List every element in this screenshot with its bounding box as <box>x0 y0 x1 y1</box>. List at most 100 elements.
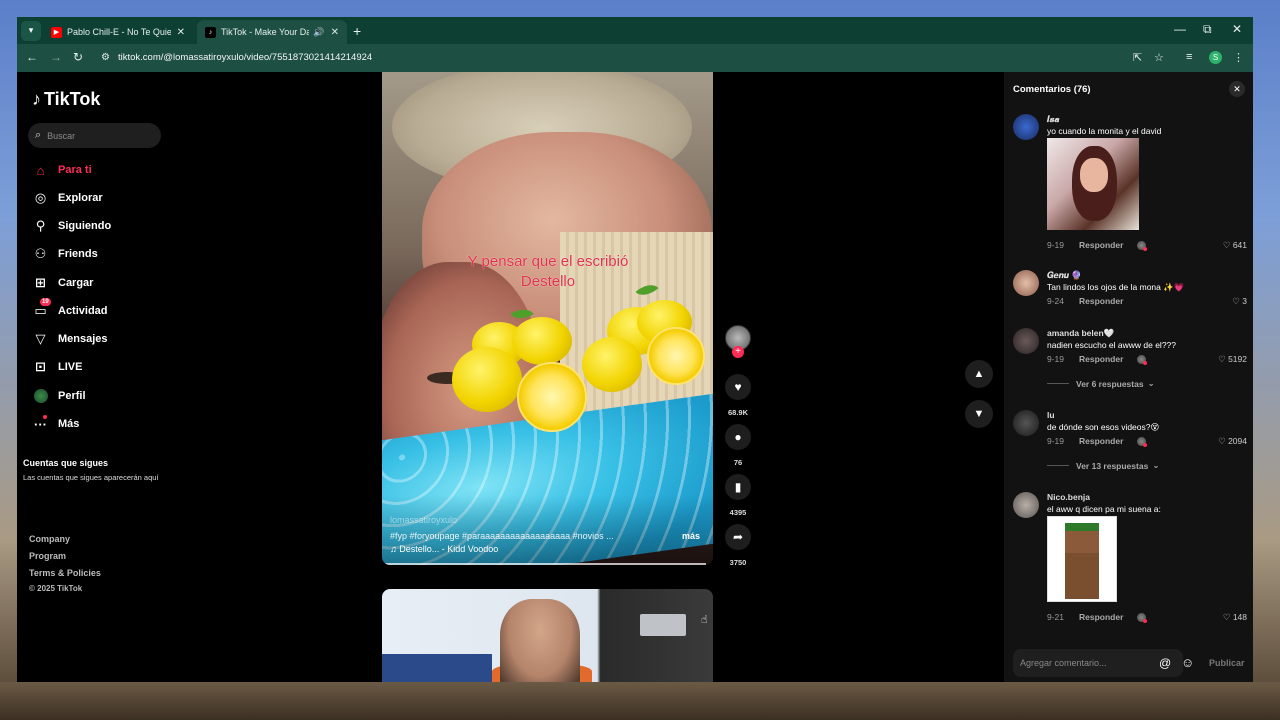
comment-likes[interactable]: ♡ 641 <box>1223 240 1247 251</box>
comment-user[interactable]: 𝑰𝒔𝒂 <box>1047 114 1059 125</box>
tab-title: TikTok - Make Your Day <box>221 27 310 37</box>
sidebar-item-perfil[interactable]: Perfil <box>33 386 86 406</box>
video-progress[interactable] <box>382 563 707 565</box>
search-box[interactable]: ⌕ <box>28 123 161 148</box>
emoji-icon[interactable]: ☺ <box>1181 655 1194 670</box>
video-player[interactable]: Y pensar que el escribió Destello lomass… <box>382 72 713 565</box>
profile-avatar[interactable]: S <box>1209 51 1222 64</box>
comment-input-box[interactable] <box>1013 649 1183 677</box>
lemon-half <box>517 362 587 432</box>
video-author[interactable]: lomassatiroyxulo <box>390 515 457 525</box>
sidebar-item-siguiendo[interactable]: ⚲ Siguiendo <box>33 216 111 236</box>
bookmark-star-icon[interactable]: ☆ <box>1154 51 1164 64</box>
comment-image[interactable] <box>1047 138 1139 230</box>
comment-button[interactable]: ● <box>725 424 751 450</box>
restore-icon[interactable]: ⧉ <box>1203 22 1212 37</box>
share-button[interactable]: ➦ <box>725 524 751 550</box>
sidebar-item-label: Friends <box>58 248 98 260</box>
next-video-person <box>500 599 580 682</box>
next-video-button[interactable]: ▼ <box>965 400 993 428</box>
close-comments-button[interactable]: ✕ <box>1229 81 1245 97</box>
comment-input[interactable] <box>1020 658 1150 668</box>
sidebar-item-label: Siguiendo <box>58 220 112 232</box>
speaker-icon[interactable]: 🔊 <box>313 27 324 38</box>
reload-icon[interactable]: ↻ <box>73 50 83 64</box>
tab-tiktok[interactable]: ♪ TikTok - Make Your Day 🔊 ✕ <box>197 20 347 44</box>
comment-likes[interactable]: ♡ 2094 <box>1218 436 1247 447</box>
minimize-icon[interactable]: — <box>1174 22 1186 36</box>
reply-button[interactable]: Responder <box>1079 296 1123 306</box>
sidebar-item-live[interactable]: ⊡ LIVE <box>33 357 82 377</box>
comment-likes[interactable]: ♡ 148 <box>1223 612 1247 623</box>
mention-icon[interactable]: @ <box>1159 656 1171 670</box>
tab-youtube[interactable]: ▶ Pablo Chill-E - No Te Quieren V... ✕ <box>43 20 193 44</box>
video-hashtags[interactable]: #fyp #foryoupage #paraaaaaaaaaaaaaaaaaa … <box>390 531 630 541</box>
sidebar-item-actividad[interactable]: ▭ 19 Actividad <box>33 297 108 321</box>
next-video-preview[interactable] <box>382 589 713 682</box>
following-section-desc: Las cuentas que sigues aparecerán aquí <box>23 473 159 482</box>
install-app-icon[interactable]: ⇱ <box>1133 51 1142 64</box>
comment-likes[interactable]: ♡ 3 <box>1232 296 1247 307</box>
avatar[interactable] <box>1013 492 1039 518</box>
reply-button[interactable]: Responder <box>1079 436 1123 446</box>
tiktok-logo[interactable]: ♪ TikTok <box>32 89 100 110</box>
footer-link-terms[interactable]: Terms & Policies <box>29 568 101 578</box>
sidebar-item-explorar[interactable]: ◎ Explorar <box>33 188 103 208</box>
lemon <box>512 317 572 365</box>
reply-button[interactable]: Responder <box>1079 240 1123 250</box>
close-icon: ✕ <box>1233 83 1241 94</box>
comment-user[interactable]: Nico.benja <box>1047 492 1090 502</box>
avatar[interactable] <box>1013 328 1039 354</box>
sidebar-item-cargar[interactable]: ⊞ Cargar <box>33 273 93 293</box>
share-icon: ➦ <box>732 530 744 544</box>
view-replies-button[interactable]: Ver 6 respuestas ⌄ <box>1047 378 1155 389</box>
sidebar-item-friends[interactable]: ⚇ Friends <box>33 244 98 264</box>
reply-button[interactable]: Responder <box>1079 354 1123 364</box>
like-button[interactable]: ♥ <box>725 374 751 400</box>
sidebar-item-mas[interactable]: ··· Más <box>33 414 79 434</box>
messages-icon: ▽ <box>35 331 46 346</box>
previous-video-button[interactable]: ▲ <box>965 360 993 388</box>
sidebar-item-mensajes[interactable]: ▽ Mensajes <box>33 329 108 349</box>
search-icon: ⌕ <box>35 129 42 141</box>
comment-user[interactable]: lu <box>1047 410 1055 420</box>
forward-icon[interactable]: → <box>50 50 62 64</box>
address-bar[interactable]: tiktok.com/@lomassatiroyxulo/video/75518… <box>118 52 372 63</box>
search-input[interactable] <box>47 130 148 141</box>
back-icon[interactable]: ← <box>26 50 38 64</box>
comments-title: Comentarios (76) <box>1013 84 1091 95</box>
comment-date: 9-24 <box>1047 296 1065 306</box>
post-comment-button[interactable]: Publicar <box>1209 658 1245 668</box>
view-replies-button[interactable]: Ver 13 respuestas ⌄ <box>1047 460 1159 471</box>
media-controls-icon[interactable]: ≡ <box>1186 51 1192 63</box>
reply-button[interactable]: Responder <box>1079 612 1123 622</box>
tab-search-button[interactable]: ▾ <box>21 20 41 41</box>
follow-plus-icon[interactable]: + <box>732 346 744 358</box>
save-count: 4395 <box>729 508 747 517</box>
new-tab-button[interactable]: + <box>353 23 361 39</box>
avatar[interactable] <box>1013 410 1039 436</box>
comment-likes[interactable]: ♡ 5192 <box>1218 354 1247 365</box>
live-icon: ⊡ <box>35 359 46 374</box>
mouse-cursor-icon: ☝ <box>701 614 708 626</box>
footer-link-company[interactable]: Company <box>29 534 70 544</box>
comment-user[interactable]: amanda belen🤍 <box>1047 328 1114 339</box>
video-sound[interactable]: ♫ Destello... - Kidd Voodoo <box>390 544 498 554</box>
close-tab-icon[interactable]: ✕ <box>331 27 339 38</box>
comment-user[interactable]: 𝑮𝒆𝒏𝒖 🔮 <box>1047 270 1082 281</box>
site-info-icon[interactable]: ⚙ <box>101 52 110 63</box>
comment-date: 9-19 <box>1047 436 1065 446</box>
logo-text: TikTok <box>44 89 101 109</box>
avatar[interactable] <box>1013 270 1039 296</box>
comment-image[interactable] <box>1047 516 1117 602</box>
comments-panel: Comentarios (76) ✕ 𝑰𝒔𝒂 yo cuando la moni… <box>1004 72 1253 682</box>
sidebar-item-para-ti[interactable]: ⌂ Para ti <box>33 160 92 180</box>
avatar[interactable] <box>1013 114 1039 140</box>
more-button[interactable]: más <box>682 531 700 541</box>
comment-item: 𝑮𝒆𝒏𝒖 🔮 Tan lindos los ojos de la mona ✨💗… <box>1013 270 1247 310</box>
close-tab-icon[interactable]: ✕ <box>177 27 185 38</box>
close-window-icon[interactable]: ✕ <box>1232 22 1242 36</box>
menu-icon[interactable]: ⋮ <box>1233 51 1244 64</box>
footer-link-program[interactable]: Program <box>29 551 66 561</box>
save-button[interactable]: ▮ <box>725 474 751 500</box>
